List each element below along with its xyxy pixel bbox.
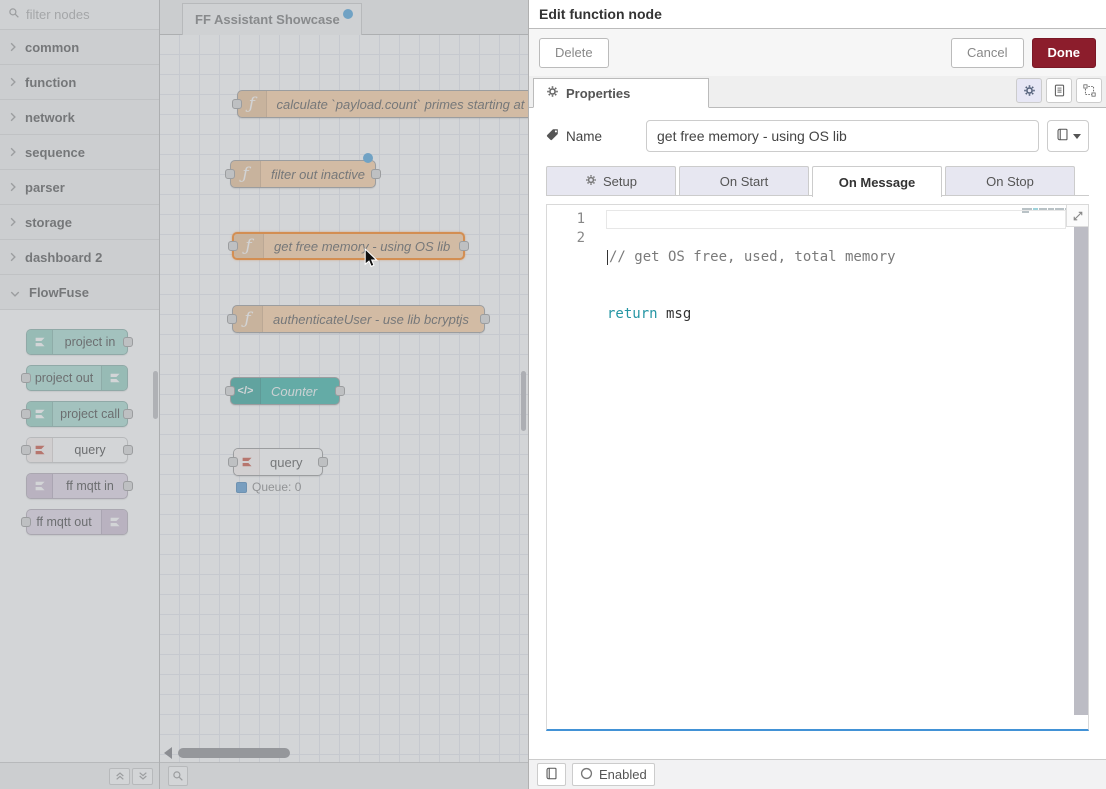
mouse-cursor <box>364 248 379 272</box>
enabled-toggle-button[interactable]: Enabled <box>572 763 655 786</box>
editor-shade-overlay <box>0 0 528 789</box>
editor-minimap <box>1022 208 1070 213</box>
tray-toolbar: Delete Cancel Done <box>529 29 1106 76</box>
tab-properties-label: Properties <box>566 86 630 101</box>
gear-icon <box>585 174 597 189</box>
enabled-label: Enabled <box>599 767 647 782</box>
editor-scrollbar[interactable] <box>1074 227 1088 715</box>
tab-label: Setup <box>603 174 637 189</box>
code-editor[interactable]: 1 2 // get OS free, used, total memory r… <box>546 204 1089 731</box>
line-number: 1 <box>547 210 585 229</box>
tray-content: Name Setup On Start On Message <box>529 108 1106 731</box>
name-input[interactable] <box>646 120 1039 152</box>
tag-icon <box>546 128 559 144</box>
tray-footer: Enabled <box>529 759 1106 789</box>
tab-label: On Start <box>720 174 768 189</box>
tab-on-start[interactable]: On Start <box>679 166 809 195</box>
name-row: Name <box>546 118 1089 154</box>
name-label: Name <box>546 128 638 144</box>
tab-label: On Message <box>839 175 916 190</box>
tray-title: Edit function node <box>529 0 1106 29</box>
text-cursor <box>607 250 608 265</box>
editor-tab-row: Properties <box>529 76 1106 108</box>
gear-icon <box>546 85 559 101</box>
workspace: common function network sequence parser … <box>0 0 528 789</box>
node-help-book-button[interactable] <box>537 763 566 786</box>
appearance-group-button[interactable] <box>1076 78 1102 103</box>
tab-on-message[interactable]: On Message <box>812 166 942 197</box>
properties-gear-button[interactable] <box>1016 78 1042 103</box>
tab-label: On Stop <box>986 174 1034 189</box>
done-button[interactable]: Done <box>1032 38 1097 68</box>
line-number-gutter: 1 2 <box>547 210 605 248</box>
code-line-1: // get OS free, used, total memory <box>607 248 1048 267</box>
tab-on-stop[interactable]: On Stop <box>945 166 1075 195</box>
caret-down-icon <box>1073 134 1081 139</box>
code-lines[interactable]: // get OS free, used, total memory retur… <box>607 210 1048 362</box>
tray-tab-icons <box>1016 78 1102 103</box>
line-number: 2 <box>547 229 585 248</box>
circle-outline-icon <box>580 767 593 783</box>
edit-tray: Edit function node Delete Cancel Done Pr… <box>528 0 1106 789</box>
book-icon <box>1056 128 1069 144</box>
code-line-2: return msg <box>607 305 1048 324</box>
name-label-text: Name <box>566 129 602 144</box>
cancel-button[interactable]: Cancel <box>951 38 1023 68</box>
library-dropdown-button[interactable] <box>1047 120 1089 152</box>
description-doc-button[interactable] <box>1046 78 1072 103</box>
expand-editor-button[interactable] <box>1066 205 1088 227</box>
delete-button[interactable]: Delete <box>539 38 609 68</box>
function-editor-tabs: Setup On Start On Message On Stop <box>546 166 1089 196</box>
book-icon <box>545 767 558 783</box>
tab-properties[interactable]: Properties <box>533 78 709 108</box>
tab-setup[interactable]: Setup <box>546 166 676 195</box>
